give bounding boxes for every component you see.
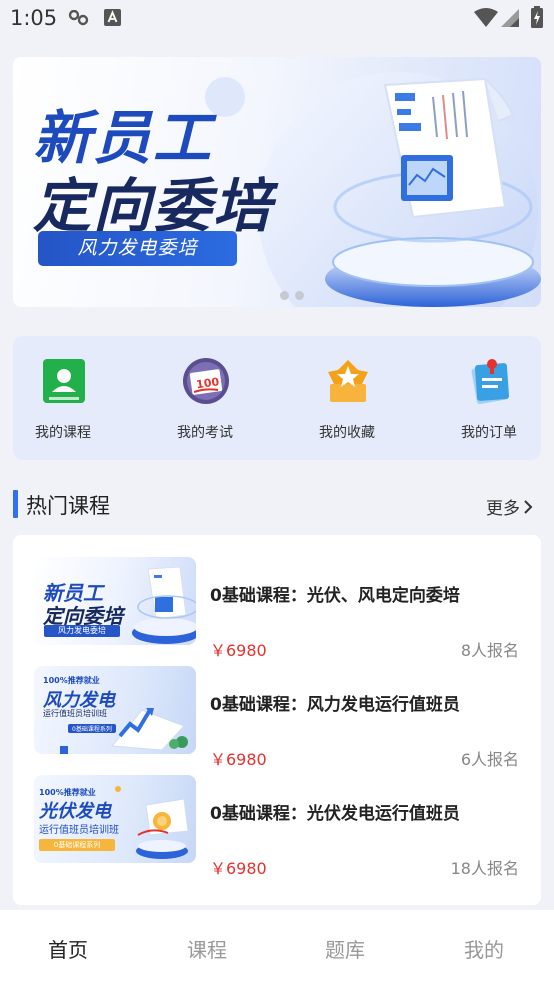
chevron-right-icon [524, 499, 533, 514]
section-title: 热门课程 [26, 494, 110, 518]
signal-icon [501, 9, 519, 27]
course-item[interactable]: 新员工 定向委培 风力发电委培 0基础课程：光伏、风电定向委培 ￥6980 8人… [13, 557, 541, 660]
battery-charging-icon [531, 6, 543, 28]
wifi-icon [474, 8, 498, 27]
course-price: ￥6980 [210, 859, 267, 878]
course-list-card: 新员工 定向委培 风力发电委培 0基础课程：光伏、风电定向委培 ￥6980 8人… [13, 535, 541, 905]
tab-question-bank[interactable]: 题库 [285, 934, 405, 963]
banner-carousel[interactable]: 新员工 定向委培 风力发电委培 [13, 57, 541, 307]
course-enrolled-count: 8人报名 [460, 641, 519, 660]
course-book-icon [43, 359, 85, 403]
thumb-tag: 0基础课程系列 [68, 724, 116, 733]
course-thumbnail: 100%推荐就业 风力发电 运行值班员培训班 0基础课程系列 [34, 666, 196, 754]
thumb-title-line2: 运行值班员培训班 [43, 709, 107, 718]
quick-action-my-orders[interactable]: 我的订单 [439, 336, 539, 460]
bottom-tab-bar: 首页 课程 题库 我的 [0, 910, 554, 984]
course-thumbnail: 新员工 定向委培 风力发电委培 [34, 557, 196, 645]
course-title: 0基础课程：光伏发电运行值班员 [210, 804, 460, 824]
status-bar: 1:05 [0, 0, 554, 38]
course-item[interactable]: 100%推荐就业 风力发电 运行值班员培训班 0基础课程系列 0基础课程：风力发… [13, 666, 541, 769]
course-price: ￥6980 [210, 641, 267, 660]
quick-action-label: 我的考试 [177, 425, 233, 441]
quick-action-label: 我的课程 [35, 425, 91, 441]
quick-actions-panel: 我的课程 100 我的考试 我的收藏 我的订单 [13, 336, 541, 460]
course-item[interactable]: 100%推荐就业 光伏发电 运行值班员培训班 0基础课程系列 0基础课程：光伏发… [13, 775, 541, 878]
thumb-tag: 风力发电委培 [44, 625, 120, 637]
tab-home[interactable]: 首页 [8, 934, 128, 963]
exam-score-icon: 100 [183, 358, 229, 404]
course-price: ￥6980 [210, 750, 267, 769]
course-enrolled-count: 6人报名 [460, 750, 519, 769]
order-doc-icon [471, 359, 510, 405]
banner-tag: 风力发电委培 [38, 231, 237, 266]
course-title: 0基础课程：风力发电运行值班员 [210, 695, 460, 715]
status-time: 1:05 [10, 6, 58, 30]
carousel-dot-active[interactable] [280, 291, 289, 300]
tab-profile[interactable]: 我的 [424, 934, 544, 963]
quick-action-label: 我的收藏 [319, 425, 375, 441]
section-accent-bar [13, 490, 18, 518]
link-icon [68, 10, 89, 26]
carousel-dot[interactable] [295, 291, 304, 300]
quick-action-my-exams[interactable]: 100 我的考试 [155, 336, 255, 460]
tab-courses[interactable]: 课程 [147, 934, 267, 963]
thumb-title-line2: 运行值班员培训班 [39, 825, 119, 836]
course-title: 0基础课程：光伏、风电定向委培 [210, 586, 460, 606]
thumb-tag: 0基础课程系列 [39, 839, 115, 851]
quick-action-my-favorites[interactable]: 我的收藏 [297, 336, 397, 460]
keyboard-a-icon [104, 9, 121, 26]
course-thumbnail: 100%推荐就业 光伏发电 运行值班员培训班 0基础课程系列 [34, 775, 196, 863]
thumb-badge: 100%推荐就业 [43, 676, 100, 685]
quick-action-label: 我的订单 [461, 425, 517, 441]
more-link[interactable]: 更多 [486, 494, 533, 519]
course-enrolled-count: 18人报名 [450, 859, 519, 878]
quick-action-my-courses[interactable]: 我的课程 [13, 336, 113, 460]
more-label: 更多 [486, 499, 520, 519]
thumb-title-line1: 光伏发电 [39, 801, 111, 822]
favorite-star-icon [328, 360, 368, 402]
